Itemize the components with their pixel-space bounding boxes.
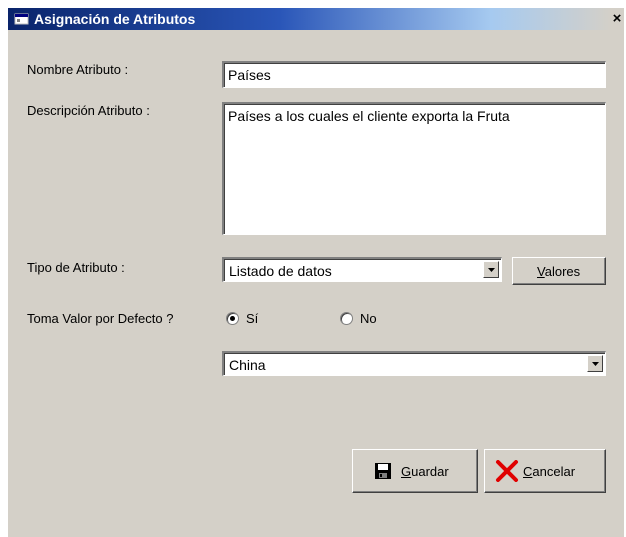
- title-bar[interactable]: Asignación de Atributos: [8, 8, 612, 30]
- valores-accel: V: [537, 264, 545, 279]
- radio-si-label[interactable]: Sí: [246, 311, 258, 326]
- default-value-select[interactable]: China: [222, 351, 606, 376]
- window-title: Asignación de Atributos: [34, 11, 196, 27]
- default-label: Toma Valor por Defecto ?: [27, 311, 174, 326]
- nombre-label: Nombre Atributo :: [27, 62, 129, 77]
- radio-no-label[interactable]: No: [360, 311, 377, 326]
- guardar-accel: G: [401, 464, 412, 479]
- nombre-input[interactable]: Países: [222, 61, 606, 88]
- cancelar-accel: C: [523, 464, 533, 479]
- tipo-select[interactable]: Listado de datos: [222, 257, 502, 282]
- tipo-value: Listado de datos: [229, 263, 332, 279]
- descripcion-label: Descripción Atributo :: [27, 103, 150, 118]
- radio-si-dot: [230, 316, 235, 321]
- radio-si[interactable]: [226, 312, 239, 325]
- red-x-icon: [496, 460, 518, 482]
- close-icon: ×: [612, 10, 622, 27]
- dialog-window: Asignación de Atributos × Nombre Atribut…: [8, 8, 624, 537]
- close-button[interactable]: ×: [608, 10, 626, 28]
- default-dropdown-button[interactable]: [587, 355, 603, 372]
- tipo-dropdown-button[interactable]: [483, 261, 499, 278]
- window-app-icon: [14, 13, 29, 25]
- chevron-down-icon: [592, 362, 599, 366]
- floppy-disk-icon: [375, 463, 391, 479]
- left-margin: [0, 8, 8, 537]
- default-value: China: [229, 357, 266, 373]
- valores-button[interactable]: Valores: [512, 257, 606, 285]
- cancelar-button[interactable]: Cancelar: [484, 449, 606, 493]
- cancelar-label: ancelar: [532, 464, 576, 479]
- guardar-button[interactable]: Guardar: [352, 449, 478, 493]
- descripcion-textarea[interactable]: Países a los cuales el cliente exporta l…: [222, 102, 606, 235]
- descripcion-value: Países a los cuales el cliente exporta l…: [228, 108, 510, 124]
- valores-label: alores: [544, 264, 581, 279]
- nombre-value: Países: [228, 67, 271, 83]
- chevron-down-icon: [488, 268, 495, 272]
- tipo-label: Tipo de Atributo :: [27, 260, 125, 275]
- guardar-label: uardar: [411, 464, 449, 479]
- radio-no[interactable]: [340, 312, 353, 325]
